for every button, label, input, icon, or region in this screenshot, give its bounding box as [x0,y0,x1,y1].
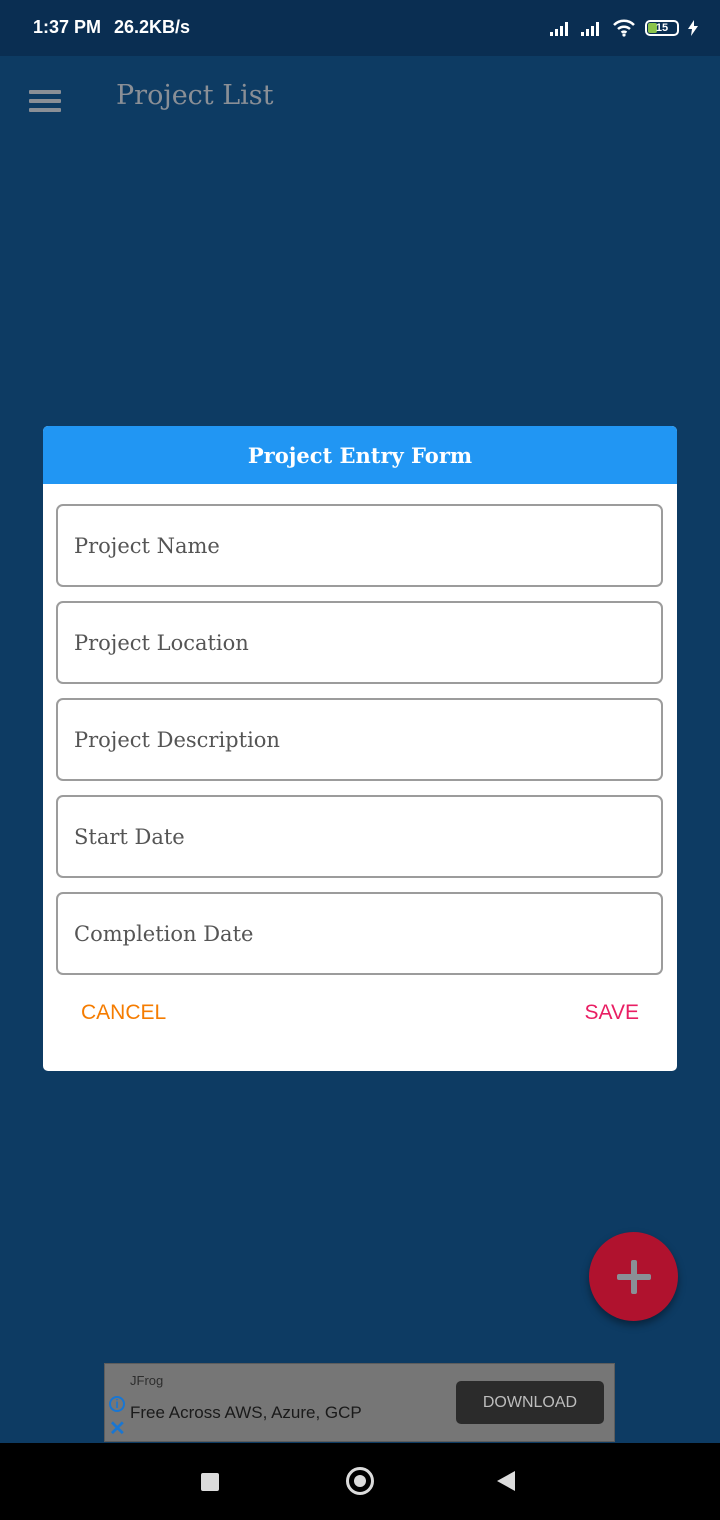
battery-icon: 15 [645,20,679,36]
dialog-title: Project Entry Form [43,426,677,484]
charging-icon [688,20,698,36]
project-entry-dialog: Project Entry Form CANCEL SAVE [43,426,677,1071]
status-bar: 1:37 PM 26.2KB/s 15 [0,0,720,56]
info-icon[interactable]: i [109,1396,125,1412]
recent-apps-icon[interactable] [201,1473,219,1491]
signal-icon [550,22,568,36]
ad-text: Free Across AWS, Azure, GCP [130,1403,362,1422]
project-name-field[interactable] [56,504,663,587]
cancel-button[interactable]: CANCEL [81,1001,166,1025]
project-location-field[interactable] [56,601,663,684]
close-icon[interactable]: ✕ [109,1419,126,1439]
battery-level: 15 [655,22,669,34]
signal-icon-2 [581,22,599,36]
project-location-input[interactable] [72,629,661,656]
network-speed: 26.2KB/s [114,17,191,37]
hamburger-menu-icon[interactable] [29,90,61,112]
project-description-field[interactable] [56,698,663,781]
home-icon[interactable] [346,1467,374,1495]
ad-banner[interactable]: i ✕ JFrog Free Across AWS, Azure, GCP DO… [104,1363,615,1442]
completion-date-input[interactable] [72,920,661,947]
start-date-input[interactable] [72,823,661,850]
wifi-icon [613,19,635,37]
app-bar [0,56,720,142]
save-button[interactable]: SAVE [585,1001,639,1025]
ad-brand: JFrog [130,1373,164,1388]
add-project-button[interactable] [589,1232,678,1321]
page-title: Project List [116,80,274,111]
start-date-field[interactable] [56,795,663,878]
project-name-input[interactable] [72,532,661,559]
back-icon[interactable] [497,1471,515,1491]
completion-date-field[interactable] [56,892,663,975]
download-button[interactable]: DOWNLOAD [456,1381,604,1424]
status-time: 1:37 PM [33,17,102,37]
project-description-input[interactable] [72,726,661,753]
status-icons: 15 [550,16,698,40]
